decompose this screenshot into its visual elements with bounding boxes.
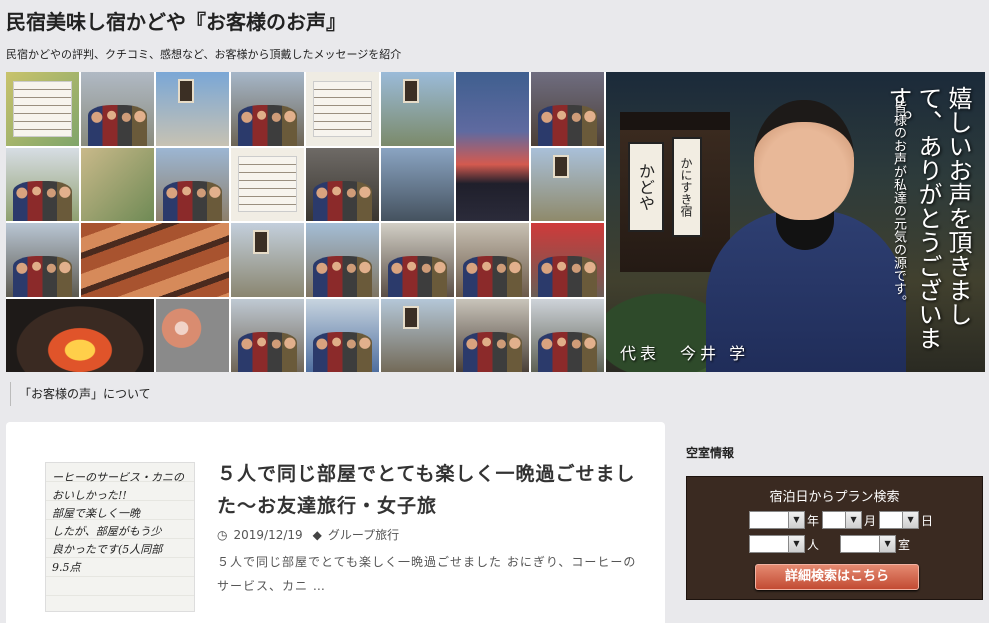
guest-photo xyxy=(6,147,79,221)
guest-photo xyxy=(381,298,454,372)
owner-portrait: かどや かにすき宿 嬉しいお声を頂きまして、ありがとうございます。 皆様のお声が… xyxy=(606,72,985,372)
inn-sign-side: かにすき宿 xyxy=(672,137,702,237)
unit-rooms: 室 xyxy=(898,537,911,552)
guest-photo xyxy=(306,298,379,372)
sidebar-heading: 空室情報 xyxy=(686,446,735,460)
detail-search-button[interactable]: 詳細検索はこちら xyxy=(755,564,919,590)
chevron-down-icon: ▼ xyxy=(788,536,804,552)
guest-photo xyxy=(381,72,454,146)
guest-photo xyxy=(6,298,154,372)
chevron-down-icon: ▼ xyxy=(788,512,804,528)
site-description: 民宿かどやの評判、クチコミ、感想など、お客様から頂戴したメッセージを紹介 xyxy=(6,48,402,61)
year-select[interactable]: ▼ xyxy=(749,511,805,529)
tags-icon: ◆ xyxy=(312,527,322,542)
guest-photo xyxy=(456,223,529,297)
guest-photo xyxy=(456,298,529,372)
guest-photo xyxy=(306,72,379,146)
guest-photo xyxy=(456,72,529,221)
post-excerpt: ５人で同じ部屋でとても楽しく一晩過ごせました おにぎり、コーヒーのサービス、カニ… xyxy=(217,555,637,593)
post-category[interactable]: グループ旅行 xyxy=(328,526,399,543)
guest-photo xyxy=(306,223,379,297)
post-card: ーヒーのサービス・カニの おいしかった!! 部屋で楽しく一晩 したが、部屋がもう… xyxy=(6,422,665,623)
chevron-down-icon: ▼ xyxy=(845,512,862,528)
guest-photo xyxy=(381,223,454,297)
banner-subquote: 皆様のお声が私達の元気の源です。 xyxy=(891,100,906,308)
site-title[interactable]: 民宿美味し宿かどや『お客様のお声』 xyxy=(6,6,346,35)
unit-people: 人 xyxy=(807,537,820,552)
guest-photo xyxy=(6,223,79,297)
guest-photo xyxy=(531,223,604,297)
guest-photo-grid xyxy=(6,72,604,372)
guest-photo xyxy=(156,72,229,146)
guest-photo xyxy=(306,147,379,221)
search-title: 宿泊日からプラン検索 xyxy=(769,490,900,505)
post-meta: ◷ 2019/12/19 ◆ グループ旅行 xyxy=(217,526,399,543)
month-select[interactable]: ▼ xyxy=(822,511,863,529)
post-title[interactable]: ５人で同じ部屋でとても楽しく一晩過ごせました〜お友達旅行・女子旅 xyxy=(217,458,637,522)
people-select[interactable]: ▼ xyxy=(749,535,805,553)
header-banner: かどや かにすき宿 嬉しいお声を頂きまして、ありがとうございます。 皆様のお声が… xyxy=(6,72,985,372)
guest-photo xyxy=(231,298,304,372)
date-row: ▼ 年 ▼ 月 ▼ 日 xyxy=(749,511,936,529)
thumbnail-handwriting: ーヒーのサービス・カニの おいしかった!! 部屋で楽しく一晩 したが、部屋がもう… xyxy=(52,471,184,574)
unit-day: 日 xyxy=(921,513,934,528)
post-thumbnail[interactable]: ーヒーのサービス・カニの おいしかった!! 部屋で楽しく一晩 したが、部屋がもう… xyxy=(45,462,195,612)
chevron-down-icon: ▼ xyxy=(879,536,896,552)
guest-photo xyxy=(531,72,604,146)
day-select[interactable]: ▼ xyxy=(879,511,920,529)
chevron-down-icon: ▼ xyxy=(902,512,919,528)
guest-photo xyxy=(231,223,304,297)
plan-search-widget: 宿泊日からプラン検索 ▼ 年 ▼ 月 ▼ 日 ▼ 人 ▼ 室 詳細検索はこちら xyxy=(686,476,983,600)
guest-photo xyxy=(231,72,304,146)
unit-month: 月 xyxy=(864,513,877,528)
guest-photo xyxy=(6,72,79,146)
guest-photo xyxy=(231,147,304,221)
inn-sign: かどや xyxy=(628,142,664,232)
about-voices-link[interactable]: 「お客様の声」について xyxy=(10,382,151,406)
guest-photo xyxy=(156,298,229,372)
guest-photo xyxy=(381,147,454,221)
guest-photo xyxy=(531,298,604,372)
owner-signature: 代表 今井 学 xyxy=(620,344,750,363)
unit-year: 年 xyxy=(807,513,820,528)
guest-photo xyxy=(531,147,604,221)
guest-photo xyxy=(81,223,229,297)
guest-photo xyxy=(81,72,154,146)
guests-row: ▼ 人 ▼ 室 xyxy=(749,535,913,553)
rooms-select[interactable]: ▼ xyxy=(840,535,897,553)
owner-figure xyxy=(706,92,906,372)
post-date: 2019/12/19 xyxy=(233,527,303,542)
guest-photo xyxy=(81,147,154,221)
clock-icon: ◷ xyxy=(217,527,228,542)
guest-photo xyxy=(156,147,229,221)
